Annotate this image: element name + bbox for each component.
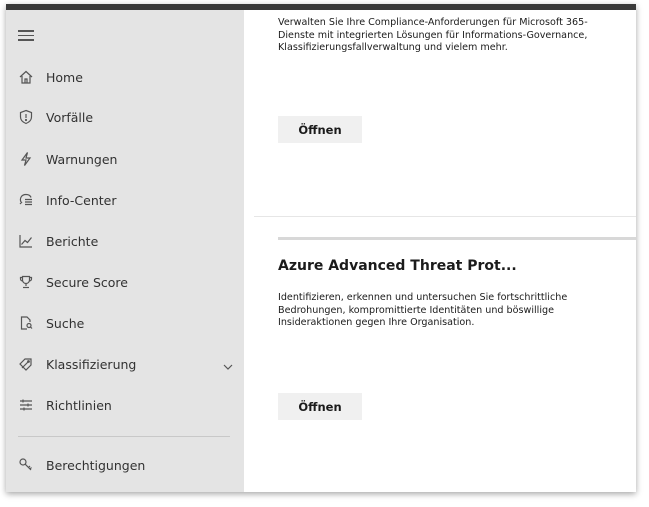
open-button[interactable]: Öffnen	[278, 116, 362, 143]
tag-icon	[17, 355, 35, 373]
open-button[interactable]: Öffnen	[278, 393, 362, 420]
sidebar-divider	[18, 436, 230, 437]
sidebar-item-label: Richtlinien	[46, 397, 112, 413]
sidebar-item-label: Secure Score	[46, 274, 128, 290]
sidebar-item-label: Warnungen	[46, 151, 118, 167]
sidebar-item-label: Info-Center	[46, 192, 117, 208]
sidebar-item-label: Berechtigungen	[46, 457, 146, 473]
sidebar-nav: Home Vorfälle Warnungen Info-Center Beri…	[6, 10, 244, 492]
sidebar-item-label: Vorfälle	[46, 109, 94, 125]
sidebar-item-label: Suche	[46, 315, 85, 331]
message-center-icon	[17, 191, 35, 209]
sidebar-item-label: Home	[46, 69, 83, 85]
card-description: Verwalten Sie Ihre Compliance-Anforderun…	[278, 17, 588, 53]
chart-line-icon	[17, 232, 35, 250]
card-description: Identifizieren, erkennen und untersuchen…	[278, 292, 568, 328]
trophy-icon	[17, 273, 35, 291]
sidebar-item-suche[interactable]: Suche	[6, 308, 244, 338]
hamburger-icon[interactable]	[18, 30, 34, 42]
app-window: Home Vorfälle Warnungen Info-Center Beri…	[6, 4, 636, 492]
card-title: Azure Advanced Threat Prot...	[278, 258, 517, 274]
compliance-card: Verwalten Sie Ihre Compliance-Anforderun…	[254, 10, 636, 217]
sidebar-item-home[interactable]: Home	[6, 62, 244, 92]
chevron-down-icon[interactable]	[222, 358, 234, 370]
sidebar-item-vorfaelle[interactable]: Vorfälle	[6, 102, 244, 132]
sidebar-item-label: Klassifizierung	[46, 356, 137, 372]
lightning-icon	[17, 150, 35, 168]
sidebar-item-warnungen[interactable]: Warnungen	[6, 144, 244, 174]
main-content: Verwalten Sie Ihre Compliance-Anforderun…	[244, 10, 636, 492]
home-icon	[17, 68, 35, 86]
azure-atp-card: Azure Advanced Threat Prot... Identifizi…	[278, 237, 636, 492]
search-document-icon	[17, 314, 35, 332]
sidebar-item-klassifizierung[interactable]: Klassifizierung	[6, 349, 244, 379]
sidebar-item-secure-score[interactable]: Secure Score	[6, 267, 244, 297]
sliders-icon	[17, 396, 35, 414]
sidebar-item-berichte[interactable]: Berichte	[6, 226, 244, 256]
key-icon	[17, 456, 35, 474]
sidebar-item-label: Berichte	[46, 233, 99, 249]
sidebar-item-info-center[interactable]: Info-Center	[6, 185, 244, 215]
shield-icon	[17, 108, 35, 126]
sidebar-item-richtlinien[interactable]: Richtlinien	[6, 390, 244, 420]
sidebar-item-berechtigungen[interactable]: Berechtigungen	[6, 450, 244, 480]
